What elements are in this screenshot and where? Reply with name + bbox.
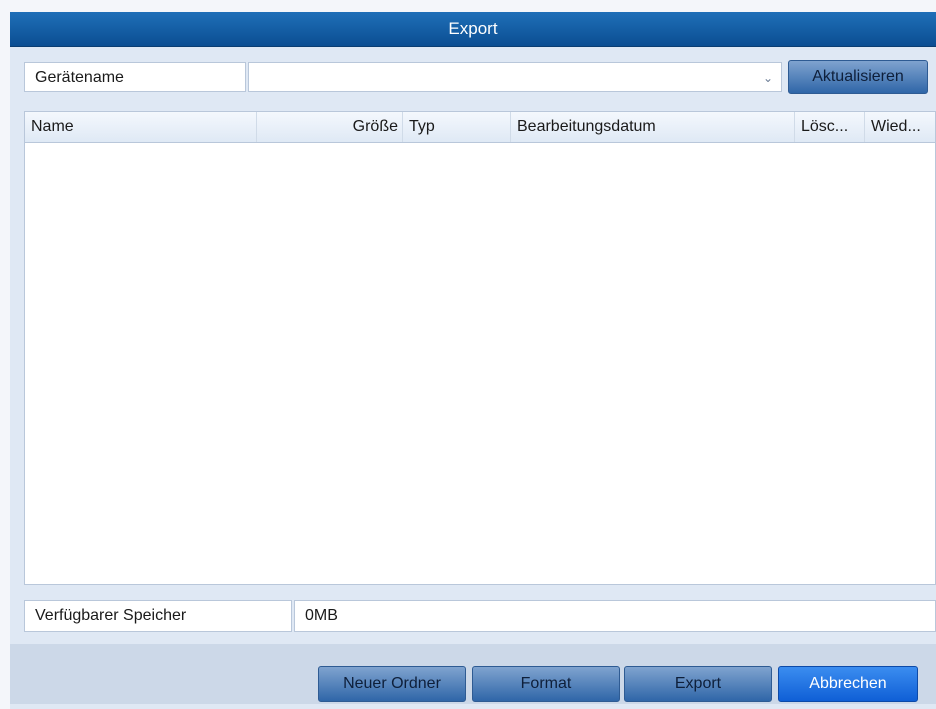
dialog-title: Export — [10, 12, 936, 47]
device-select[interactable]: ⌄ — [248, 62, 782, 92]
left-edge — [0, 12, 10, 709]
export-button[interactable]: Export — [624, 666, 772, 702]
available-storage-value: 0MB — [294, 600, 936, 632]
chevron-down-icon[interactable]: ⌄ — [763, 63, 773, 93]
device-name-label: Gerätename — [24, 62, 246, 92]
export-dialog: Export Gerätename ⌄ Aktualisieren Name G… — [10, 12, 936, 709]
new-folder-button[interactable]: Neuer Ordner — [318, 666, 466, 702]
column-header-delete[interactable]: Lösc... — [795, 112, 865, 142]
available-storage-label: Verfügbarer Speicher — [24, 600, 292, 632]
column-header-size[interactable]: Größe — [257, 112, 403, 142]
file-table: Name Größe Typ Bearbeitungsdatum Lösc...… — [24, 111, 936, 585]
cancel-button[interactable]: Abbrechen — [778, 666, 918, 702]
table-header: Name Größe Typ Bearbeitungsdatum Lösc...… — [25, 112, 935, 143]
column-header-modified[interactable]: Bearbeitungsdatum — [511, 112, 795, 142]
format-button[interactable]: Format — [472, 666, 620, 702]
refresh-button[interactable]: Aktualisieren — [788, 60, 928, 94]
column-header-play[interactable]: Wied... — [865, 112, 936, 142]
column-header-name[interactable]: Name — [25, 112, 257, 142]
column-header-type[interactable]: Typ — [403, 112, 511, 142]
